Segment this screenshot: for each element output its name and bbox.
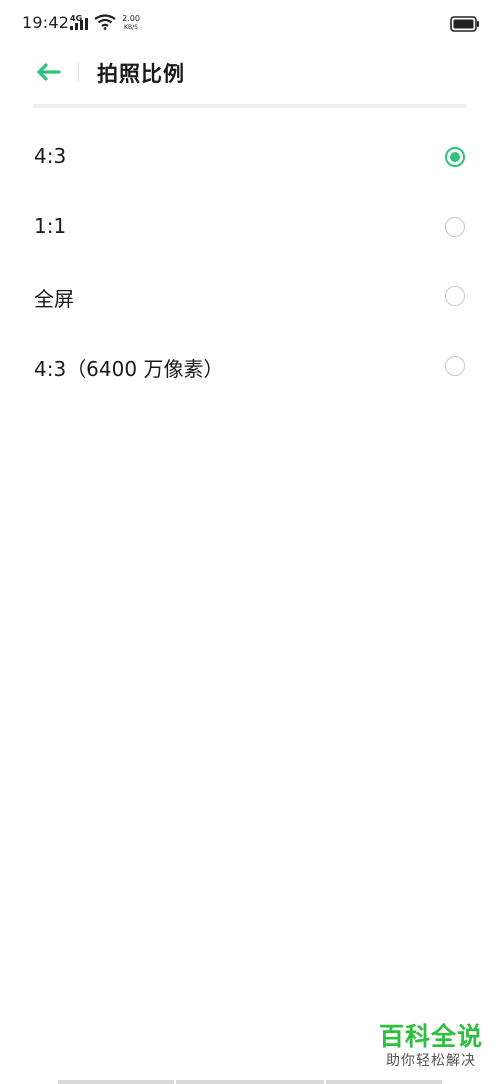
header-divider (78, 62, 79, 82)
option-full-screen[interactable]: 全屏 (0, 261, 500, 331)
watermark-subtitle: 助你轻松解决 (386, 1053, 476, 1069)
wifi-icon (94, 14, 116, 30)
bottom-bar-segment (58, 1080, 174, 1084)
radio-button[interactable] (445, 355, 465, 376)
back-button[interactable] (30, 56, 66, 88)
header-underline (33, 104, 467, 108)
app-header: 拍照比例 (0, 46, 500, 98)
speed-value: 2.00 (122, 14, 140, 23)
status-bar: 19:42 4G 2.00 KB/S (0, 0, 500, 46)
option-label: 全屏 (34, 287, 74, 311)
option-label: 1:1 (34, 213, 67, 238)
aspect-ratio-options: 4:3 1:1 全屏 4:3（6400 万像素） (0, 122, 500, 400)
option-4-3[interactable]: 4:3 (0, 122, 500, 192)
speed-unit: KB/S (124, 24, 138, 31)
battery-icon (450, 16, 479, 32)
network-speed: 2.00 KB/S (119, 14, 143, 32)
arrow-left-icon (37, 63, 61, 81)
option-4-3-64mp[interactable]: 4:3（6400 万像素） (0, 331, 500, 401)
radio-button[interactable] (445, 286, 465, 306)
bottom-bar-segment (326, 1080, 442, 1084)
option-1-1[interactable]: 1:1 (0, 192, 500, 262)
page-title: 拍照比例 (97, 62, 185, 86)
status-time: 19:42 (22, 13, 70, 32)
radio-button[interactable] (445, 147, 465, 167)
watermark-logo: 百科全说 助你轻松解决 (372, 1022, 490, 1070)
radio-button[interactable] (445, 216, 465, 237)
option-label: 4:3（6400 万像素） (34, 356, 224, 381)
signal-icon (70, 18, 88, 30)
watermark-title: 百科全说 (378, 1022, 483, 1051)
bottom-bar-segment (176, 1080, 324, 1084)
option-label: 4:3 (34, 144, 67, 168)
